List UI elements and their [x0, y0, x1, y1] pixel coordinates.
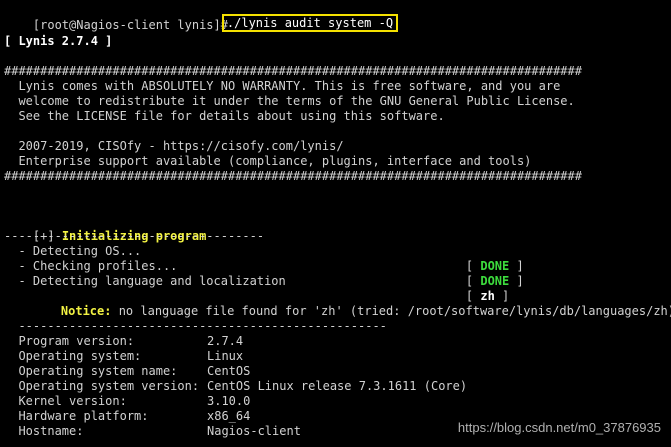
check-status-language: [ zh ]: [465, 289, 510, 303]
check-status-os: [ DONE ]: [465, 259, 524, 273]
info-key-kernel-version: Kernel version:: [4, 394, 127, 408]
info-value-hardware-platform: x86_64: [207, 409, 251, 423]
warranty-line-1: Lynis comes with ABSOLUTELY NO WARRANTY.…: [4, 79, 561, 93]
copyright-line: 2007-2019, CISOfy - https://cisofy.com/l…: [4, 139, 344, 153]
command-text[interactable]: ./lynis audit system -Q: [221, 14, 399, 32]
watermark-text: https://blog.csdn.net/m0_37876935: [457, 420, 661, 435]
check-status-profiles: [ DONE ]: [465, 274, 524, 288]
section-underline: ------------------------------------: [4, 229, 265, 243]
warranty-line-3: See the LICENSE file for details about u…: [4, 109, 445, 123]
info-key-operating-system: Operating system:: [4, 349, 142, 363]
warranty-line-2: welcome to redistribute it under the ter…: [4, 94, 575, 108]
command-highlight-box[interactable]: ./lynis audit system -Q: [193, 1, 399, 32]
info-key-os-name: Operating system name:: [4, 364, 178, 378]
info-value-os-version: CentOS Linux release 7.3.1611 (Core): [207, 379, 468, 393]
notice-line: Notice: no language file found for 'zh' …: [32, 289, 671, 318]
info-key-hardware-platform: Hardware platform:: [4, 409, 149, 423]
lynis-version-banner: [ Lynis 2.7.4 ]: [4, 34, 113, 48]
section-header: [+] Initializing program: [4, 214, 206, 243]
info-value-os-name: CentOS: [207, 364, 251, 378]
info-key-os-version: Operating system version:: [4, 379, 200, 393]
info-key-program-version: Program version:: [4, 334, 135, 348]
terminal-window[interactable]: [root@Nagios-client lynis]# ./lynis audi…: [0, 0, 671, 447]
info-value-kernel-version: 3.10.0: [207, 394, 251, 408]
notice-text: no language file found for 'zh' (tried: …: [111, 304, 671, 318]
info-value-program-version: 2.7.4: [207, 334, 244, 348]
info-value-hostname: Nagios-client: [207, 424, 301, 438]
check-label-os: - Detecting OS...: [4, 244, 142, 258]
support-line: Enterprise support available (compliance…: [4, 154, 532, 168]
info-value-operating-system: Linux: [207, 349, 244, 363]
check-label-profiles: - Checking profiles...: [4, 259, 178, 273]
info-separator: ----------------------------------------…: [4, 319, 387, 333]
info-key-hostname: Hostname:: [4, 424, 84, 438]
notice-label: Notice:: [60, 304, 112, 318]
hash-separator-top: ########################################…: [4, 64, 582, 78]
hash-separator-bottom: ########################################…: [4, 169, 582, 183]
check-label-language: - Detecting language and localization: [4, 274, 286, 288]
